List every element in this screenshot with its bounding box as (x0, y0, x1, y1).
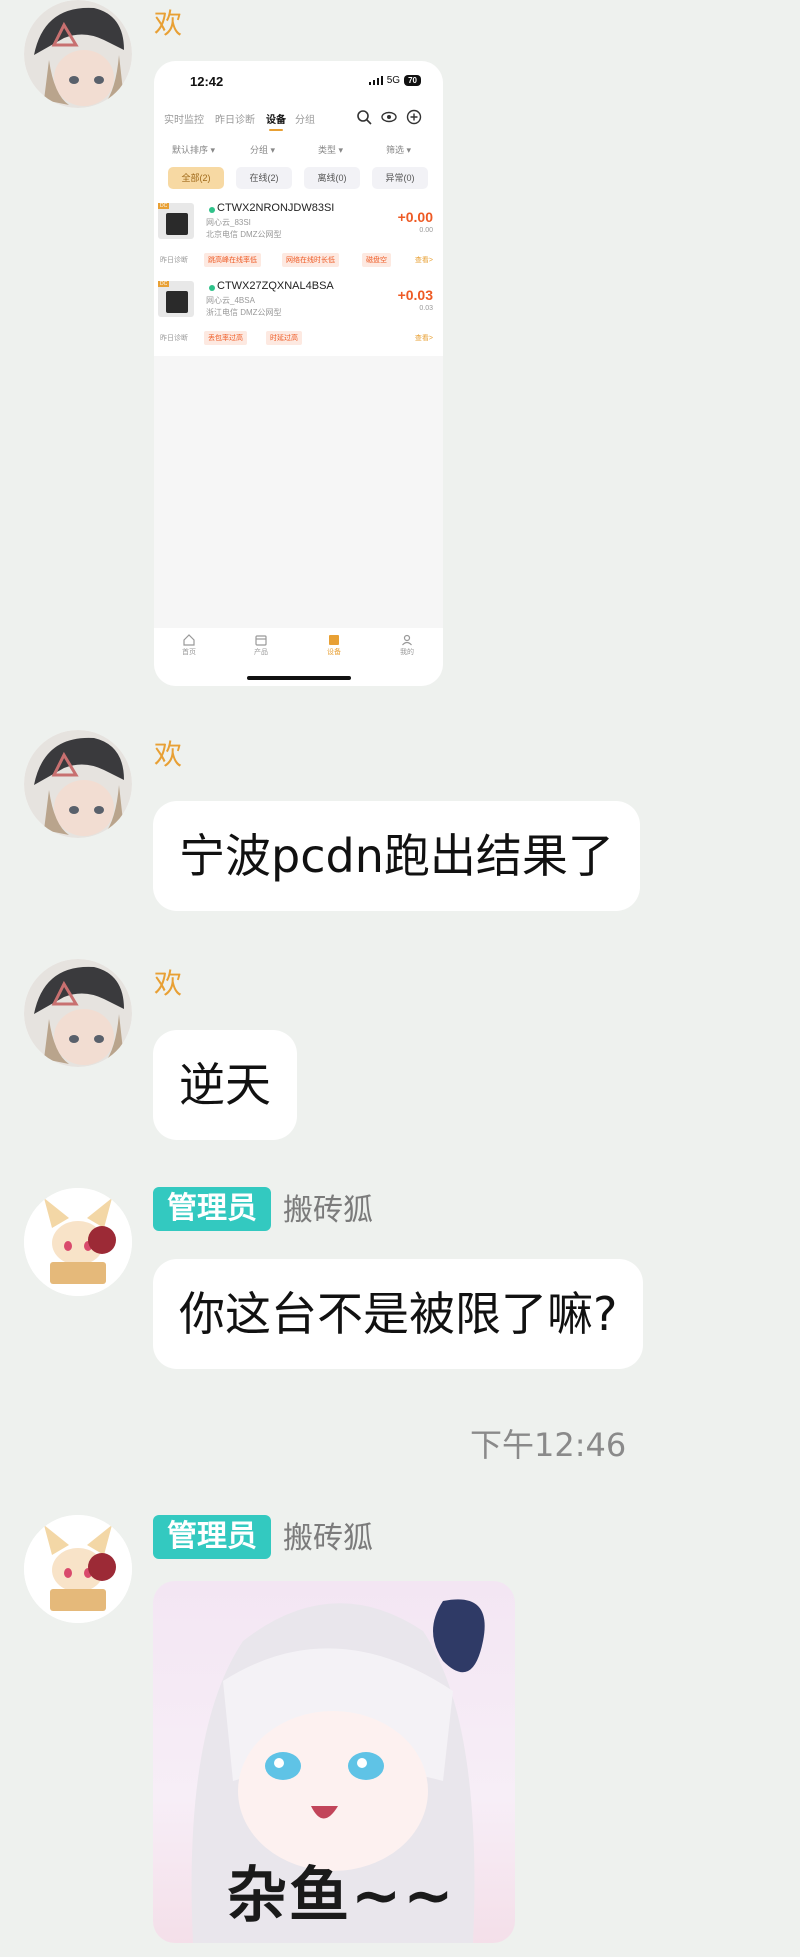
signal-icon (368, 76, 383, 85)
view-more-link[interactable]: 查看> (415, 255, 433, 265)
admin-badge: 管理员 (153, 1187, 271, 1231)
device-alias: 网心云_83SI (206, 218, 251, 227)
sticker-caption: 杂鱼~~ (227, 1861, 456, 1931)
sender-name: 欢 (154, 7, 183, 40)
sender-name: 搬砖狐 (283, 1521, 373, 1556)
device-location: 浙江电信 DMZ公网型 (206, 308, 282, 317)
message-bubble[interactable]: 宁波pcdn跑出结果了 (153, 801, 640, 911)
online-dot (209, 285, 215, 291)
sender-name: 欢 (154, 738, 183, 771)
diag-chip: 磁盘空 (362, 253, 391, 267)
user-icon (402, 634, 412, 646)
avatar[interactable] (24, 1188, 132, 1296)
sender-name: 搬砖狐 (283, 1193, 373, 1228)
device-image: DC (158, 203, 194, 239)
admin-badge: 管理员 (153, 1515, 271, 1559)
pill-all[interactable]: 全部(2) (168, 167, 224, 189)
message-bubble[interactable]: 你这台不是被限了嘛? (153, 1259, 644, 1369)
home-indicator (247, 676, 351, 680)
network-label: 5G (386, 75, 401, 86)
diag-label: 昨日诊断 (160, 257, 188, 264)
avatar[interactable] (24, 959, 132, 1067)
device-name: CTWX2NRONJDW83SI (217, 202, 335, 214)
nav-mine[interactable]: 我的 (387, 634, 427, 657)
type-filter[interactable]: 类型 ▾ (318, 143, 343, 156)
battery-icon: 70 (404, 75, 421, 86)
diag-chip: 丢包率过高 (204, 331, 247, 345)
diag-label: 昨日诊断 (160, 335, 188, 342)
shared-screenshot[interactable]: 12:42 5G 70 实时监控 昨日诊断 设备 分组 默认排序 ▾ 分组 ▾ … (154, 61, 443, 686)
pill-abnormal[interactable]: 异常(0) (372, 167, 428, 189)
pill-offline[interactable]: 离线(0) (304, 167, 360, 189)
device-card[interactable]: DC CTWX2NRONJDW83SI 网心云_83SI 北京电信 DMZ公网型… (154, 197, 443, 275)
eye-icon[interactable] (381, 109, 397, 125)
nav-products[interactable]: 产品 (241, 634, 281, 657)
device-earnings-sub: 0.03 (419, 305, 433, 312)
avatar[interactable] (24, 730, 132, 838)
nav-devices[interactable]: 设备 (314, 634, 354, 657)
avatar[interactable] (24, 0, 132, 108)
device-earnings: +0.03 (397, 287, 433, 303)
device-location: 北京电信 DMZ公网型 (206, 230, 282, 239)
device-earnings: +0.00 (397, 209, 433, 225)
tab-yesterday[interactable]: 昨日诊断 (215, 111, 255, 126)
home-icon (183, 634, 195, 646)
screen-filter[interactable]: 筛选 ▾ (386, 143, 411, 156)
tab-groups[interactable]: 分组 (295, 111, 315, 126)
nav-home[interactable]: 首页 (169, 634, 209, 657)
diag-chip: 跳高峰在线率低 (204, 253, 261, 267)
status-time: 12:42 (190, 74, 224, 89)
device-name: CTWX27ZQXNAL4BSA (217, 280, 334, 292)
status-bar: 12:42 5G 70 (154, 61, 443, 105)
group-filter[interactable]: 分组 ▾ (250, 143, 275, 156)
device-image: DC (158, 281, 194, 317)
device-earnings-sub: 0.00 (419, 227, 433, 234)
device-icon (329, 635, 339, 645)
pill-online[interactable]: 在线(2) (236, 167, 292, 189)
search-icon[interactable] (356, 109, 372, 125)
timestamp: 下午12:46 (470, 1426, 627, 1464)
bottom-nav: 首页 产品 设备 我的 (154, 628, 443, 686)
add-icon[interactable] (406, 109, 422, 125)
box-icon (255, 635, 267, 646)
device-alias: 网心云_4BSA (206, 296, 255, 305)
device-card[interactable]: DC CTWX27ZQXNAL4BSA 网心云_4BSA 浙江电信 DMZ公网型… (154, 275, 443, 353)
online-dot (209, 207, 215, 213)
diag-chip: 时延过高 (266, 331, 302, 345)
sender-name: 欢 (154, 967, 183, 1000)
sticker-image[interactable]: 杂鱼~~ (153, 1581, 515, 1943)
avatar[interactable] (24, 1515, 132, 1623)
sort-filter[interactable]: 默认排序 ▾ (172, 143, 215, 156)
message-bubble[interactable]: 逆天 (153, 1030, 297, 1140)
tab-realtime[interactable]: 实时监控 (164, 111, 204, 126)
tab-devices[interactable]: 设备 (266, 111, 286, 131)
diag-chip: 网络在线时长低 (282, 253, 339, 267)
view-more-link[interactable]: 查看> (415, 333, 433, 343)
